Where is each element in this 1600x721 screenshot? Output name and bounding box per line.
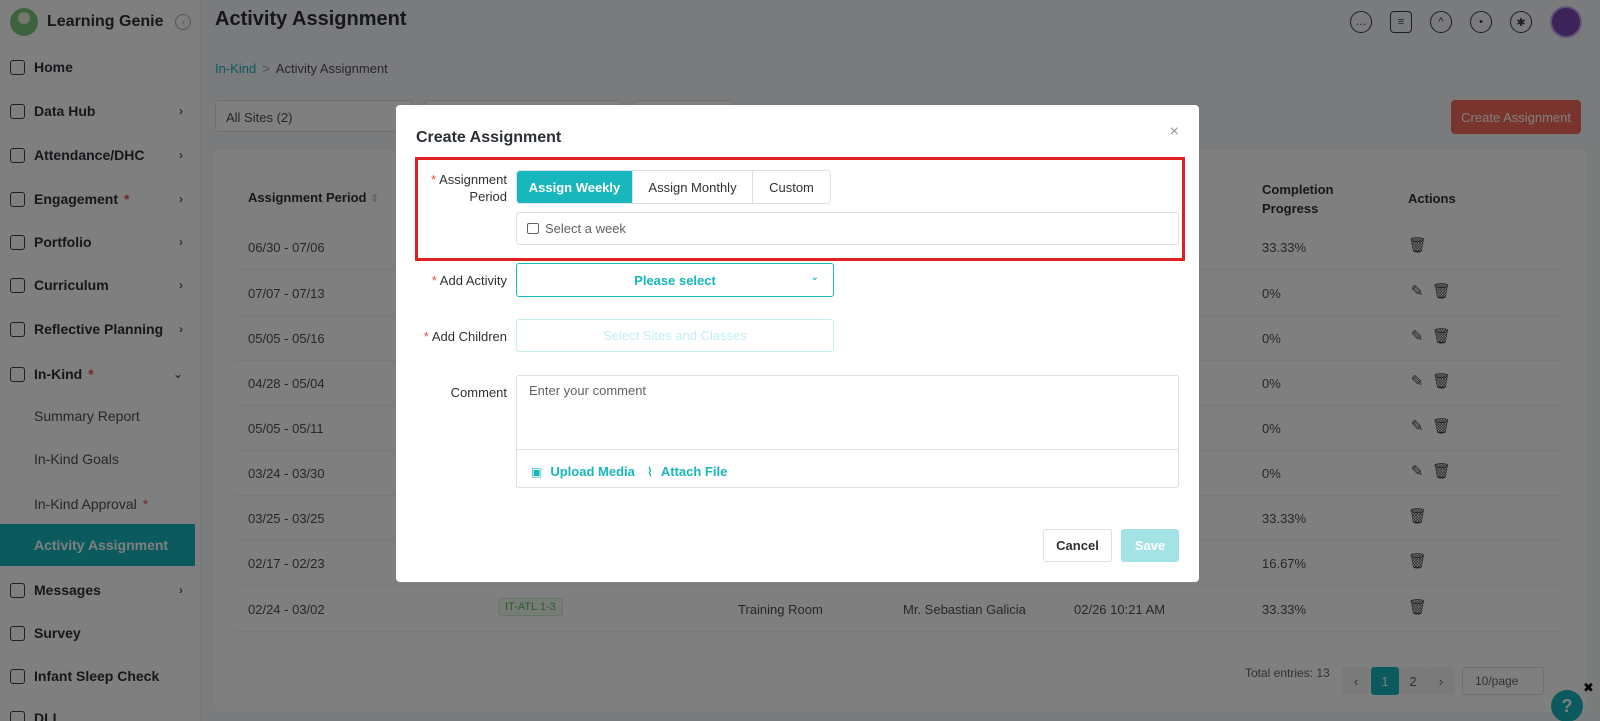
- activity-select[interactable]: Please select ⌄: [516, 263, 834, 297]
- paperclip-icon: ⌇: [647, 464, 653, 479]
- period-type-selector: Assign Weekly Assign Monthly Custom: [516, 170, 831, 204]
- label-text: Add Activity: [439, 273, 507, 288]
- close-icon[interactable]: ×: [1170, 123, 1179, 141]
- divider: [517, 449, 1178, 450]
- chevron-down-icon: ⌄: [810, 272, 819, 283]
- create-assignment-dialog: Create Assignment × * Assignment Period A…: [396, 105, 1199, 582]
- attach-file-button[interactable]: ⌇ Attach File: [647, 464, 727, 479]
- week-picker-input[interactable]: Select a week: [516, 212, 1179, 245]
- label-text: Assignment: [439, 172, 507, 187]
- week-placeholder: Select a week: [545, 221, 626, 236]
- upload-media-label: Upload Media: [550, 464, 635, 479]
- required-mark: *: [431, 273, 437, 288]
- children-select[interactable]: Select Sites and Classes: [516, 319, 834, 352]
- required-mark: *: [423, 329, 429, 344]
- required-mark: *: [431, 172, 437, 187]
- assign-weekly-button[interactable]: Assign Weekly: [517, 171, 633, 203]
- image-icon: ▣: [531, 464, 543, 479]
- label-text: Period: [469, 189, 507, 204]
- cancel-button[interactable]: Cancel: [1043, 529, 1112, 562]
- assign-monthly-button[interactable]: Assign Monthly: [633, 171, 753, 203]
- calendar-icon: [527, 223, 539, 234]
- add-children-label: * Add Children: [416, 328, 507, 345]
- activity-placeholder: Please select: [634, 272, 716, 288]
- add-activity-label: * Add Activity: [416, 272, 507, 289]
- comment-input[interactable]: Enter your comment: [529, 383, 646, 398]
- label-text: Add Children: [431, 329, 507, 344]
- save-button[interactable]: Save: [1121, 529, 1179, 562]
- upload-media-button[interactable]: ▣ Upload Media: [531, 464, 635, 479]
- dialog-title: Create Assignment: [416, 129, 562, 146]
- attach-file-label: Attach File: [660, 464, 728, 479]
- assignment-period-label: * Assignment Period: [416, 171, 507, 205]
- comment-box: Enter your comment ▣ Upload Media ⌇ Atta…: [516, 375, 1179, 488]
- comment-label: Comment: [450, 385, 507, 400]
- custom-period-button[interactable]: Custom: [753, 171, 830, 203]
